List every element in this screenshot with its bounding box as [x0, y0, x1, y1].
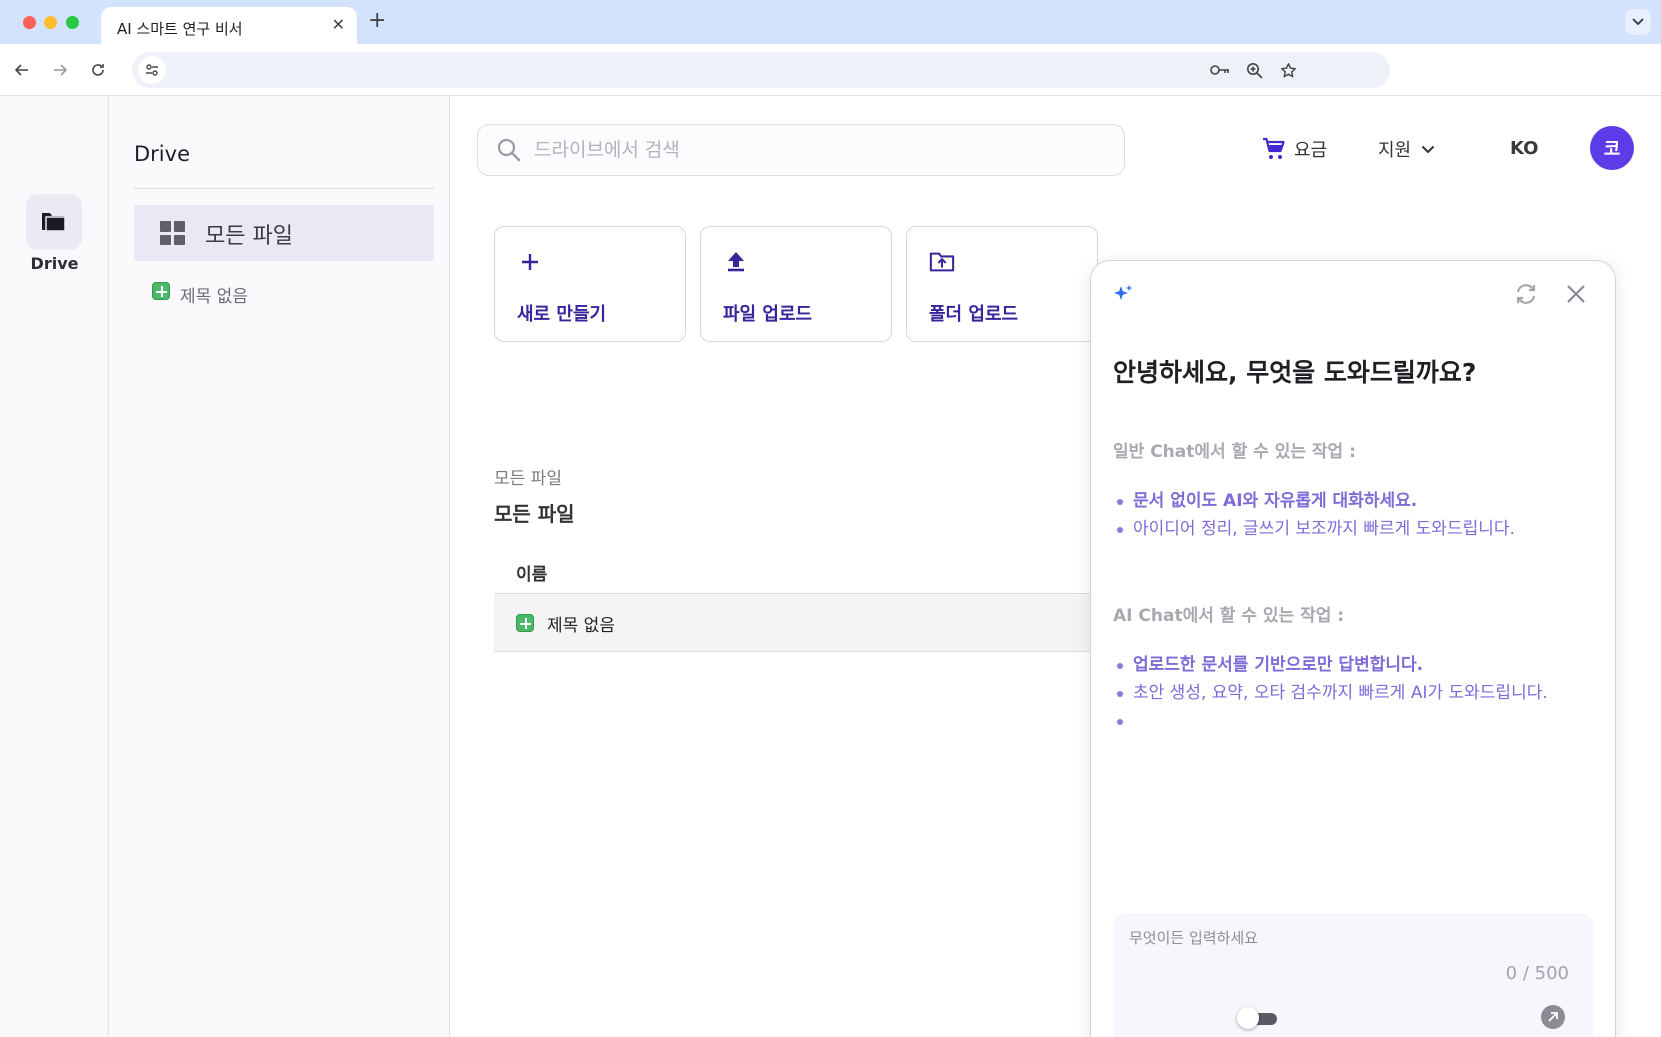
rail-drive-button[interactable]	[26, 194, 82, 250]
list-item	[1117, 707, 1548, 735]
list-item: 업로드한 문서를 기반으로만 답변합니다.	[1117, 651, 1548, 679]
nav-rail: Drive	[0, 96, 109, 1037]
arrow-left-icon	[14, 64, 28, 76]
list-item: 초안 생성, 요약, 오타 검수까지 빠르게 AI가 도와드립니다.	[1117, 679, 1548, 707]
send-arrow-icon	[1548, 1012, 1558, 1022]
address-bar[interactable]	[132, 52, 1390, 88]
folder-upload-icon	[929, 249, 955, 275]
key-icon	[1210, 65, 1229, 75]
tab-close-icon[interactable]: ✕	[332, 15, 345, 34]
zoom-button[interactable]	[1244, 60, 1264, 80]
window-maximize-button[interactable]	[66, 16, 79, 29]
search-input[interactable]	[534, 135, 1094, 165]
table-row[interactable]: 제목 없음	[494, 594, 1134, 652]
browser-tab-bar: AI 스마트 연구 비서 ✕ +	[0, 0, 1661, 44]
refresh-icon[interactable]	[1513, 281, 1539, 307]
drive-search[interactable]	[477, 124, 1125, 176]
list-item: 아이디어 정리, 글쓰기 보조까지 빠르게 도와드립니다.	[1117, 515, 1515, 543]
chevron-down-icon	[1421, 145, 1435, 153]
ai-chat-list: 업로드한 문서를 기반으로만 답변합니다. 초안 생성, 요약, 오타 검수까지…	[1117, 651, 1548, 735]
folder-upload-button[interactable]: 폴더 업로드	[906, 226, 1098, 342]
close-icon[interactable]	[1565, 283, 1587, 305]
rail-drive-label: Drive	[30, 254, 79, 273]
app-root: Drive Drive 모든 파일 제목 없음 요금 지원 KO 코	[0, 96, 1661, 1037]
cart-icon	[1263, 137, 1285, 159]
sidebar-file-label: 제목 없음	[180, 287, 248, 307]
tab-search-button[interactable]	[1625, 9, 1651, 35]
folder-icon	[42, 213, 66, 232]
tune-icon	[146, 64, 158, 76]
site-info-button[interactable]	[138, 56, 166, 84]
window-close-button[interactable]	[23, 16, 36, 29]
chat-input[interactable]	[1129, 925, 1569, 951]
toggle-knob	[1237, 1007, 1259, 1029]
language-selector[interactable]: KO	[1510, 138, 1538, 159]
page-title: 모든 파일	[494, 502, 575, 526]
password-key-button[interactable]	[1210, 60, 1230, 80]
action-label: 파일 업로드	[723, 304, 813, 325]
browser-toolbar	[0, 44, 1661, 96]
chevron-down-icon	[1632, 18, 1644, 26]
sidebar-title: Drive	[134, 142, 190, 166]
file-upload-button[interactable]: 파일 업로드	[700, 226, 892, 342]
sidebar-file-item[interactable]: 제목 없음	[152, 282, 248, 307]
pricing-button[interactable]: 요금	[1262, 136, 1327, 162]
new-button[interactable]: 새로 만들기	[494, 226, 686, 342]
reload-icon	[92, 64, 104, 76]
back-button[interactable]	[10, 58, 34, 82]
chat-heading: 안녕하세요, 무엇을 도와드릴까요?	[1113, 358, 1477, 387]
spreadsheet-icon	[152, 282, 170, 300]
general-chat-title: 일반 Chat에서 할 수 있는 작업 :	[1113, 442, 1356, 462]
arrow-right-icon	[54, 64, 68, 76]
sidebar-item-label: 모든 파일	[205, 224, 293, 249]
upload-icon	[723, 249, 749, 275]
new-tab-button[interactable]: +	[368, 9, 386, 33]
reload-button[interactable]	[86, 58, 110, 82]
action-label: 폴더 업로드	[929, 304, 1019, 325]
window-minimize-button[interactable]	[44, 16, 57, 29]
ai-mode-toggle[interactable]	[1237, 1007, 1277, 1029]
avatar[interactable]: 코	[1590, 126, 1634, 170]
search-icon	[497, 138, 521, 162]
grid-icon	[160, 221, 185, 245]
send-button[interactable]	[1541, 1005, 1565, 1029]
star-icon	[1280, 62, 1296, 77]
zoom-in-icon	[1246, 62, 1263, 79]
support-dropdown[interactable]: 지원	[1378, 136, 1435, 162]
sidebar-divider	[134, 188, 434, 189]
browser-tab[interactable]: AI 스마트 연구 비서 ✕	[101, 7, 357, 44]
bookmark-button[interactable]	[1278, 60, 1298, 80]
plus-icon	[517, 249, 543, 275]
ai-chat-panel: 안녕하세요, 무엇을 도와드릴까요? 일반 Chat에서 할 수 있는 작업 :…	[1090, 260, 1616, 1037]
file-name: 제목 없음	[547, 616, 615, 636]
spreadsheet-icon	[516, 614, 534, 632]
pricing-label: 요금	[1294, 140, 1328, 161]
action-label: 새로 만들기	[517, 304, 607, 325]
list-item: 문서 없이도 AI와 자유롭게 대화하세요.	[1117, 487, 1515, 515]
general-chat-list: 문서 없이도 AI와 자유롭게 대화하세요. 아이디어 정리, 글쓰기 보조까지…	[1117, 487, 1515, 543]
column-name-header[interactable]: 이름	[516, 560, 547, 585]
sidebar: Drive 모든 파일 제목 없음	[109, 96, 450, 1037]
chat-composer: 0 / 500	[1113, 913, 1593, 1037]
table-header: 이름	[494, 548, 1134, 594]
char-counter: 0 / 500	[1505, 963, 1569, 984]
tab-title: AI 스마트 연구 비서	[117, 20, 243, 38]
ai-chat-title: AI Chat에서 할 수 있는 작업 :	[1113, 606, 1345, 626]
support-label: 지원	[1378, 140, 1412, 161]
breadcrumb[interactable]: 모든 파일	[494, 464, 562, 489]
sidebar-item-all-files[interactable]: 모든 파일	[134, 205, 434, 261]
sparkle-icon	[1114, 285, 1132, 300]
forward-button[interactable]	[48, 58, 72, 82]
